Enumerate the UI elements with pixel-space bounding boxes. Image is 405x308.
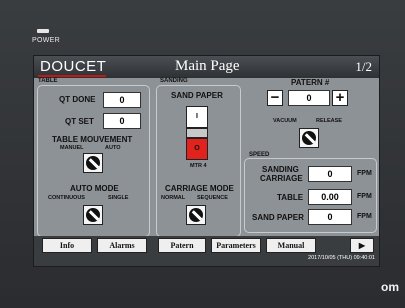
logo-underline xyxy=(38,75,106,77)
carriage-mode-title: CARRIAGE MODE xyxy=(165,184,234,193)
sanding-carriage-label-2: CARRIAGE xyxy=(260,174,303,183)
nav-parameters-button[interactable]: Parameters xyxy=(211,238,261,253)
table-movement-selector[interactable] xyxy=(83,153,103,173)
table-movement-title: TABLE MOUVEMENT xyxy=(52,135,133,144)
vacuum-selector[interactable] xyxy=(299,128,319,148)
qt-set-label: QT SET xyxy=(65,117,94,126)
page-number: 1/2 xyxy=(355,59,372,74)
next-page-arrow-icon[interactable]: ▶ xyxy=(350,238,374,253)
sanding-carriage-label-1: SANDING xyxy=(262,165,299,174)
datetime-display: 2017/10/05 (THU) 09:40:01 xyxy=(308,255,375,261)
carriage-mode-selector[interactable] xyxy=(186,205,206,225)
title-bar: DOUCET Main Page 1/2 xyxy=(34,56,379,78)
auto-continuous-label: CONTINUOUS xyxy=(48,195,85,201)
nav-patern-button[interactable]: Patern xyxy=(158,238,206,253)
nav-manual-button[interactable]: Manual xyxy=(266,238,316,253)
sand-paper-title: SAND PAPER xyxy=(171,91,223,100)
sand-paper-on-switch[interactable]: I xyxy=(186,106,208,128)
pattern-field[interactable]: 0 xyxy=(288,90,330,106)
auto-mode-title: AUTO MODE xyxy=(70,184,119,193)
sanding-carriage-speed-field: 0 xyxy=(308,166,352,182)
table-speed-field: 0.00 xyxy=(308,189,352,205)
hmi-screen: DOUCET Main Page 1/2 TABLE QT DONE 0 QT … xyxy=(33,55,380,267)
power-led xyxy=(37,29,49,33)
table-speed-unit: FPM xyxy=(357,193,372,200)
sand-paper-speed-unit: FPM xyxy=(357,213,372,220)
movement-auto-label: AUTO xyxy=(105,145,121,151)
table-speed-label: TABLE xyxy=(277,193,304,202)
pattern-plus-button[interactable]: + xyxy=(332,90,348,106)
table-group-label: TABLE xyxy=(38,78,58,84)
sand-paper-speed-field: 0 xyxy=(308,209,352,225)
qt-set-field[interactable]: 0 xyxy=(103,113,141,129)
sand-paper-off-switch[interactable]: O xyxy=(186,138,208,160)
vacuum-label: VACUUM xyxy=(273,118,297,124)
auto-single-label: SINGLE xyxy=(108,195,129,201)
nav-alarms-button[interactable]: Alarms xyxy=(97,238,147,253)
release-label: RELEASE xyxy=(316,118,342,124)
sand-paper-speed-label: SAND PAPER xyxy=(252,213,304,222)
qt-done-label: QT DONE xyxy=(59,95,96,104)
company-logo: DOUCET xyxy=(40,58,107,75)
bottom-nav-bar: Info Alarms Patern Parameters Manual ▶ 2… xyxy=(34,236,379,266)
pattern-label: PATERN # xyxy=(291,78,330,87)
sanding-group-label: SANDING xyxy=(160,78,188,84)
qt-done-field: 0 xyxy=(103,92,141,108)
brand-logo: om xyxy=(381,280,399,294)
auto-mode-selector[interactable] xyxy=(83,205,103,225)
sand-paper-switch-toggle xyxy=(186,128,208,138)
motor-label: MTR 4 xyxy=(190,163,207,169)
nav-info-button[interactable]: Info xyxy=(42,238,92,253)
pattern-minus-button[interactable]: − xyxy=(267,90,283,106)
carriage-sequence-label: SEQUENCE xyxy=(197,195,228,201)
carriage-speed-unit: FPM xyxy=(357,170,372,177)
power-label: POWER xyxy=(32,37,60,44)
carriage-normal-label: NORMAL xyxy=(161,195,186,201)
movement-manual-label: MANUEL xyxy=(60,145,84,151)
page-title: Main Page xyxy=(175,58,240,74)
